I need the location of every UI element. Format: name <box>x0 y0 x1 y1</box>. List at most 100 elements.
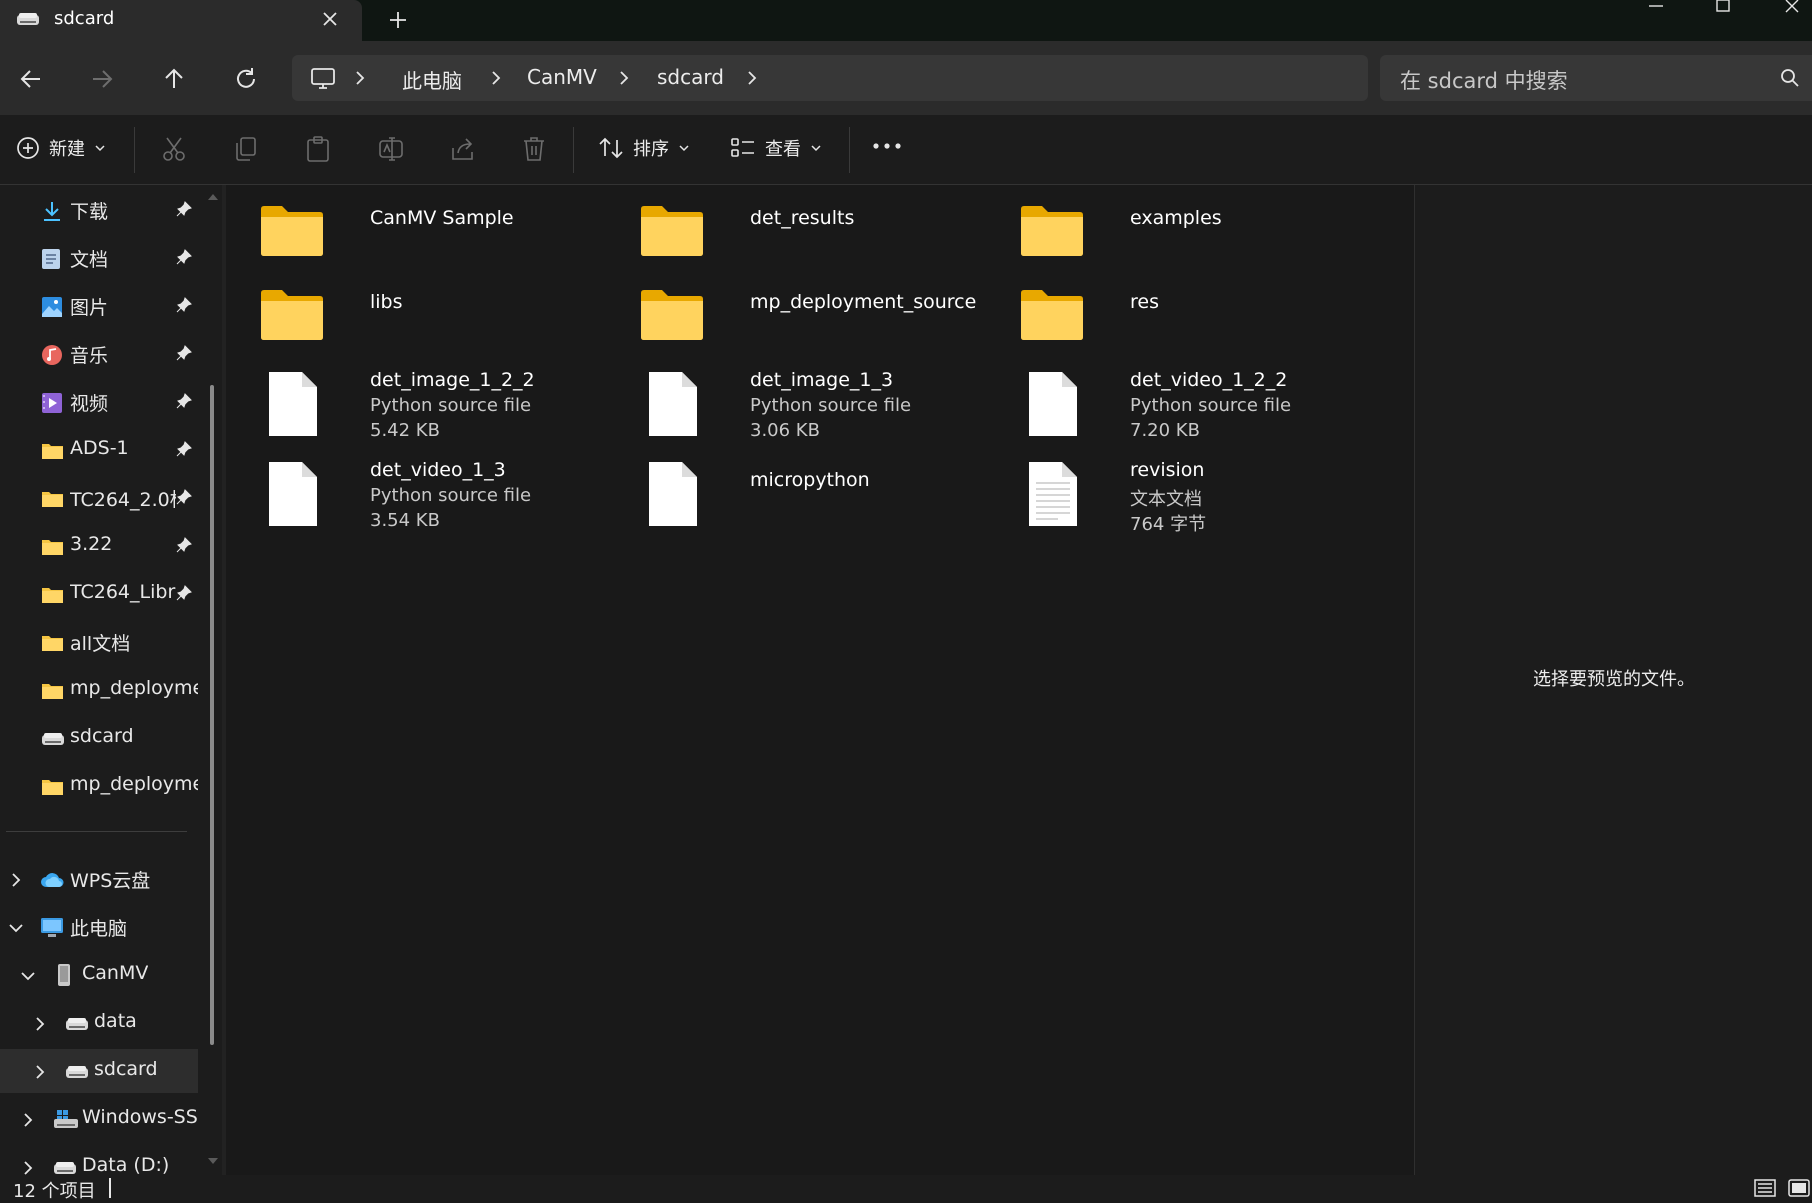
computer-icon <box>40 917 64 939</box>
breadcrumb-canmv[interactable]: CanMV <box>527 65 597 89</box>
scrollbar-thumb[interactable] <box>210 385 214 1045</box>
folder-icon <box>41 538 64 556</box>
sidebar-item-music[interactable]: 音乐 <box>0 332 198 376</box>
paste-icon[interactable] <box>306 136 330 162</box>
folder-item[interactable]: libs <box>260 289 630 377</box>
chevron-right-icon[interactable] <box>34 1064 46 1080</box>
rename-icon[interactable] <box>378 136 404 162</box>
sidebar-item-data[interactable]: data <box>0 1001 198 1045</box>
sidebar-item-3-22[interactable]: 3.22 <box>0 524 198 568</box>
sidebar-item-downloads[interactable]: 下载 <box>0 188 198 232</box>
up-button[interactable] <box>156 61 192 97</box>
sort-button[interactable]: 排序 <box>598 130 690 166</box>
search-input[interactable]: 在 sdcard 中搜索 <box>1380 55 1812 101</box>
plus-circle-icon <box>16 136 40 160</box>
file-item[interactable]: revision 文本文档 764 字节 <box>1020 457 1390 545</box>
close-icon[interactable] <box>318 7 342 31</box>
chevron-right-icon[interactable] <box>490 70 502 86</box>
sidebar-item-wps-cloud[interactable]: WPS云盘 <box>0 857 198 901</box>
view-icon <box>730 137 756 159</box>
window-tab[interactable]: sdcard <box>0 0 362 41</box>
scroll-up-arrow-icon[interactable] <box>207 193 219 201</box>
sidebar-item-mp-deployment[interactable]: mp_deploymer <box>0 668 198 712</box>
file-name: CanMV Sample <box>370 207 514 229</box>
back-button[interactable] <box>13 61 49 97</box>
folder-item[interactable]: examples <box>1020 205 1390 293</box>
forward-button[interactable] <box>84 61 120 97</box>
chevron-right-icon[interactable] <box>354 70 366 86</box>
sidebar-item-label: mp_deploymer <box>70 677 198 699</box>
sidebar-item-tc264-library[interactable]: TC264_Libra <box>0 572 198 616</box>
computer-icon[interactable] <box>310 67 336 91</box>
sidebar-item-canmv[interactable]: CanMV <box>0 953 198 997</box>
delete-icon[interactable] <box>522 136 546 162</box>
chevron-right-icon[interactable] <box>746 70 758 86</box>
drive-icon <box>53 1160 77 1175</box>
sidebar-item-label: sdcard <box>70 725 134 747</box>
breadcrumb-sdcard[interactable]: sdcard <box>657 65 724 89</box>
chevron-down-icon[interactable] <box>20 970 36 982</box>
chevron-down-icon <box>810 143 822 153</box>
close-window-button[interactable] <box>1780 0 1804 18</box>
folder-icon <box>1020 289 1084 341</box>
sidebar-scrollbar[interactable] <box>205 185 221 1175</box>
copy-icon[interactable] <box>234 136 258 162</box>
sidebar-item-label: sdcard <box>94 1058 158 1080</box>
chevron-right-icon[interactable] <box>618 70 630 86</box>
sidebar-item-label: 此电脑 <box>70 918 128 940</box>
file-item[interactable]: micropython <box>640 457 1010 545</box>
sidebar-item-label: 文档 <box>70 249 109 271</box>
sidebar-item-this-pc[interactable]: 此电脑 <box>0 905 198 949</box>
file-item[interactable]: det_image_1_3 Python source file 3.06 KB <box>640 367 1010 455</box>
maximize-button[interactable] <box>1711 0 1735 18</box>
sidebar-item-sdcard-selected[interactable]: sdcard <box>0 1049 198 1093</box>
sidebar-item-ads-1[interactable]: ADS-1 <box>0 428 198 472</box>
sidebar-item-windows-ssd[interactable]: Windows-SSD <box>0 1097 198 1141</box>
new-button[interactable]: 新建 <box>16 130 106 166</box>
search-icon[interactable] <box>1780 68 1800 88</box>
folder-item[interactable]: mp_deployment_source <box>640 289 1010 377</box>
file-item[interactable]: det_video_1_2_2 Python source file 7.20 … <box>1020 367 1390 455</box>
title-bar: sdcard <box>0 0 1812 41</box>
sidebar-item-documents[interactable]: 文档 <box>0 236 198 280</box>
view-button[interactable]: 查看 <box>730 130 822 166</box>
download-icon <box>41 200 63 222</box>
chevron-right-icon[interactable] <box>22 1160 34 1175</box>
chevron-right-icon[interactable] <box>22 1112 34 1128</box>
file-name: res <box>1130 291 1159 313</box>
refresh-button[interactable] <box>228 61 264 97</box>
large-icons-view-icon[interactable] <box>1788 1179 1810 1197</box>
sidebar-item-mp-deployment-2[interactable]: mp_deploymer <box>0 764 198 808</box>
scroll-down-arrow-icon[interactable] <box>207 1157 219 1165</box>
folder-item[interactable]: res <box>1020 289 1390 377</box>
pin-icon <box>176 201 192 217</box>
share-icon[interactable] <box>450 136 476 162</box>
folder-item[interactable]: det_results <box>640 205 1010 293</box>
sidebar-item-data-d[interactable]: Data (D:) <box>0 1145 198 1175</box>
sidebar-item-sdcard[interactable]: sdcard <box>0 716 198 760</box>
details-view-icon[interactable] <box>1754 1179 1776 1197</box>
sidebar-item-all-docs[interactable]: all文档 <box>0 620 198 664</box>
file-item[interactable]: det_image_1_2_2 Python source file 5.42 … <box>260 367 630 455</box>
new-tab-button[interactable] <box>384 6 412 34</box>
file-size: 3.06 KB <box>750 420 820 441</box>
sidebar-item-tc264-2[interactable]: TC264_2.0标 <box>0 476 198 520</box>
address-bar[interactable]: 此电脑 CanMV sdcard <box>292 55 1368 101</box>
minimize-button[interactable] <box>1644 0 1668 18</box>
breadcrumb-this-pc[interactable]: 此电脑 <box>402 65 462 94</box>
sidebar-item-videos[interactable]: 视频 <box>0 380 198 424</box>
sidebar-item-pictures[interactable]: 图片 <box>0 284 198 328</box>
folder-item[interactable]: CanMV Sample <box>260 205 630 293</box>
file-name: det_video_1_3 <box>370 459 506 481</box>
drive-icon <box>65 1064 89 1080</box>
file-name: examples <box>1130 207 1222 229</box>
file-item[interactable]: det_video_1_3 Python source file 3.54 KB <box>260 457 630 545</box>
chevron-right-icon[interactable] <box>34 1016 46 1032</box>
more-icon[interactable] <box>872 142 902 150</box>
cut-icon[interactable] <box>162 136 186 162</box>
item-count: 12 个项目 <box>13 1181 96 1202</box>
chevron-down-icon[interactable] <box>8 922 24 934</box>
drive-icon <box>41 731 65 747</box>
folder-icon <box>640 289 704 341</box>
chevron-right-icon[interactable] <box>10 872 22 888</box>
